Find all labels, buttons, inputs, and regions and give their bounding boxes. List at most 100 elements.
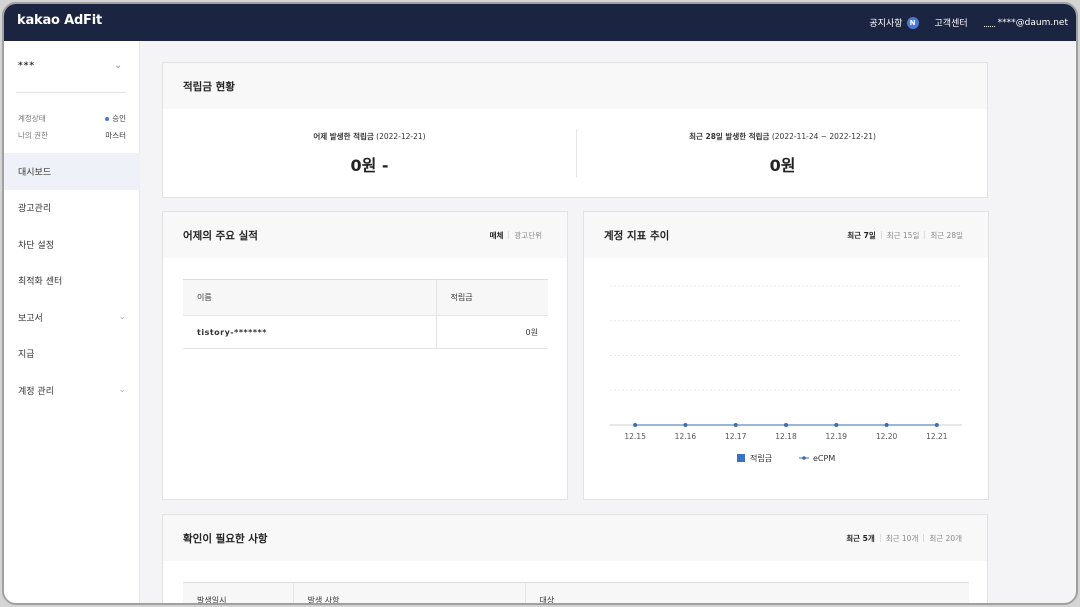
top-nav: 공지사항 N 고객센터 ****@daum.net xyxy=(853,4,1068,41)
row-earnings: 0원 xyxy=(435,315,548,349)
ecpm-data-point xyxy=(784,423,788,427)
earnings-card-header: 적립금 현황 xyxy=(163,63,987,109)
column-header-date: 발생일시 xyxy=(183,582,293,603)
column-header-name: 이름 xyxy=(183,279,436,316)
column-header-earnings: 적립금 xyxy=(435,279,548,316)
legend-marker-ecpm xyxy=(802,456,806,460)
app-window: kakao AdFit 공지사항 N 고객센터 ****@daum.net **… xyxy=(2,2,1078,605)
tab-last-5[interactable]: 최근 5개 xyxy=(841,533,880,544)
sidebar-menu: 대시보드 광고관리 차단 설정 최적화 센터 보고서 ⌄ 지급 계정 관리 ⌄ xyxy=(4,153,140,409)
recent-earnings: 최근 28일 발생한 적립금 (2022-11-24 ~ 2022-12-21)… xyxy=(576,131,989,176)
trend-card: 계정 지표 추이 최근 7일 최근 15일 최근 28일 12.15 12.16 1… xyxy=(583,211,989,500)
sidebar-item-reports[interactable]: 보고서 ⌄ xyxy=(4,299,140,336)
recent-label: 최근 28일 발생한 적립금 xyxy=(689,132,770,141)
divider xyxy=(16,92,126,93)
sidebar-item-label: 지급 xyxy=(18,350,35,361)
tab-last-20[interactable]: 최근 20개 xyxy=(924,533,967,544)
action-items-title: 확인이 필요한 사항 xyxy=(183,532,268,545)
x-tick-label: 12.15 xyxy=(624,432,646,441)
account-status-value: 승인 xyxy=(112,114,126,123)
ecpm-data-point xyxy=(934,423,939,427)
action-items-card: 확인이 필요한 사항 최근 5개 최근 10개 최근 20개 발생일시 발생 사… xyxy=(162,514,988,603)
tab-media[interactable]: 매체 xyxy=(485,230,509,241)
trend-card-header: 계정 지표 추이 최근 7일 최근 15일 최근 28일 xyxy=(584,212,988,258)
sidebar-item-label: 계정 관리 xyxy=(18,386,54,397)
notice-link[interactable]: 공지사항 N xyxy=(869,16,919,29)
performance-card-header: 어제의 주요 실적 매체 광고단위 xyxy=(163,212,567,258)
performance-tabs: 매체 광고단위 xyxy=(485,230,547,241)
tab-last-7-days[interactable]: 최근 7일 xyxy=(842,230,881,241)
sidebar-item-optimization-center[interactable]: 최적화 센터 xyxy=(4,263,140,300)
sidebar-item-dashboard[interactable]: 대시보드 xyxy=(4,153,140,190)
sidebar: *** ⌄ 계정상태 승인 나의 권한 마스터 대시보드 광고관리 차단 설정 … xyxy=(4,41,140,603)
tab-last-10[interactable]: 최근 10개 xyxy=(881,533,924,544)
performance-table: 이름 적립금 tistory-******* 0원 xyxy=(183,279,548,349)
sidebar-item-ad-management[interactable]: 광고관리 xyxy=(4,190,140,227)
trend-title: 계정 지표 추이 xyxy=(604,229,670,242)
column-header-target: 대상 xyxy=(524,582,969,603)
ecpm-data-point xyxy=(633,423,638,427)
x-tick-label: 12.20 xyxy=(876,432,898,441)
support-label: 고객센터 xyxy=(934,19,968,29)
x-tick-label: 12.21 xyxy=(926,432,948,441)
column-header-event: 발생 사항 xyxy=(292,582,525,603)
user-email: ****@daum.net xyxy=(997,17,1068,28)
ecpm-data-point xyxy=(884,423,889,427)
x-tick-label: 12.18 xyxy=(775,432,797,441)
sidebar-item-label: 차단 설정 xyxy=(18,240,54,251)
sidebar-item-payments[interactable]: 지급 xyxy=(4,336,140,373)
app-logo[interactable]: kakao AdFit xyxy=(17,13,102,28)
trend-tabs: 최근 7일 최근 15일 최근 28일 xyxy=(842,230,968,241)
yesterday-period: (2022-12-21) xyxy=(376,132,426,141)
trend-chart: 12.15 12.16 12.17 12.18 12.19 12.20 12.21 적립금 eC… xyxy=(610,285,962,463)
x-tick-label: 12.19 xyxy=(826,432,848,441)
performance-title: 어제의 주요 실적 xyxy=(183,229,258,242)
yesterday-value: 0원 - xyxy=(350,156,389,175)
ecpm-data-point xyxy=(683,423,688,427)
x-tick-label: 12.17 xyxy=(725,432,747,441)
account-role-label: 나의 권한 xyxy=(18,131,48,140)
row-name: tistory-******* xyxy=(183,315,436,349)
recent-value: 0원 xyxy=(769,156,796,175)
sidebar-item-label: 광고관리 xyxy=(18,204,52,215)
sidebar-item-label: 보고서 xyxy=(18,313,43,324)
chevron-down-icon[interactable]: ⌄ xyxy=(114,60,122,71)
tab-last-28-days[interactable]: 최근 28일 xyxy=(925,230,968,241)
ecpm-data-point xyxy=(834,423,839,427)
new-badge: N xyxy=(906,16,919,29)
earnings-card: 적립금 현황 어제 발생한 적립금 (2022-12-21) 0원 - 최근 2… xyxy=(162,62,988,198)
user-icon xyxy=(983,18,995,27)
tab-ad-unit[interactable]: 광고단위 xyxy=(509,230,547,241)
performance-card: 어제의 주요 실적 매체 광고단위 이름 적립금 tistory-*******… xyxy=(162,211,568,500)
sidebar-item-account-management[interactable]: 계정 관리 ⌄ xyxy=(4,372,140,409)
account-selector[interactable]: *** xyxy=(18,61,35,71)
top-bar: kakao AdFit 공지사항 N 고객센터 ****@daum.net xyxy=(4,4,1076,41)
account-role-value: 마스터 xyxy=(105,131,126,140)
chevron-down-icon: ⌄ xyxy=(118,385,126,396)
earnings-title: 적립금 현황 xyxy=(183,80,235,93)
x-tick-label: 12.16 xyxy=(675,432,697,441)
sidebar-item-block-settings[interactable]: 차단 설정 xyxy=(4,226,140,263)
legend-label-earnings: 적립금 xyxy=(750,453,772,463)
user-menu[interactable]: ****@daum.net xyxy=(983,17,1068,28)
sidebar-item-label: 대시보드 xyxy=(18,167,52,178)
action-items-table: 발생일시 발생 사항 대상 xyxy=(183,582,969,603)
account-role: 나의 권한 마스터 xyxy=(18,130,126,141)
chevron-down-icon: ⌄ xyxy=(118,312,126,323)
account-status-label: 계정상태 xyxy=(18,114,46,123)
yesterday-earnings: 어제 발생한 적립금 (2022-12-21) 0원 - xyxy=(163,131,576,176)
status-dot-icon xyxy=(105,117,110,121)
recent-period: (2022-11-24 ~ 2022-12-21) xyxy=(771,132,876,141)
sidebar-item-label: 최적화 센터 xyxy=(18,277,63,288)
yesterday-label: 어제 발생한 적립금 xyxy=(313,132,374,141)
action-items-tabs: 최근 5개 최근 10개 최근 20개 xyxy=(841,533,967,544)
notice-label: 공지사항 xyxy=(869,19,903,29)
legend-label-ecpm: eCPM xyxy=(813,454,835,463)
support-link[interactable]: 고객센터 xyxy=(935,16,968,29)
action-items-card-header: 확인이 필요한 사항 최근 5개 최근 10개 최근 20개 xyxy=(163,515,987,561)
account-status: 계정상태 승인 xyxy=(18,113,126,124)
legend-swatch-earnings xyxy=(737,454,745,462)
table-row[interactable]: tistory-******* 0원 xyxy=(183,315,548,349)
tab-last-15-days[interactable]: 최근 15일 xyxy=(882,230,925,241)
ecpm-data-point xyxy=(733,423,738,427)
